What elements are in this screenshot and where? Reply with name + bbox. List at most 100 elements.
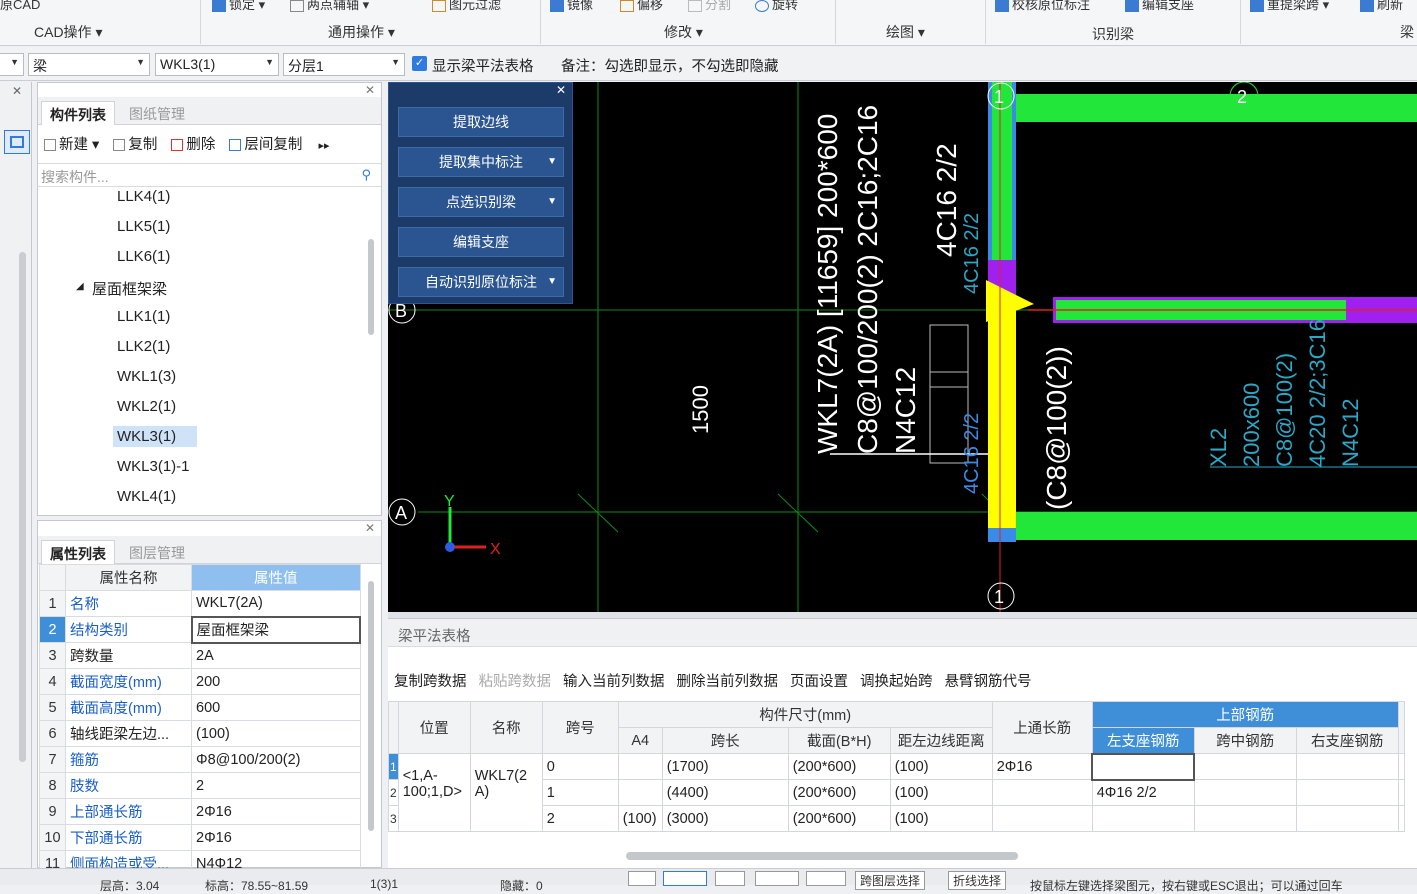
property-scrollbar[interactable] (368, 581, 374, 831)
category-dropdown[interactable]: 梁 ▼ (28, 53, 150, 76)
ribbon-item-offset[interactable]: 偏移 (620, 0, 663, 13)
cell-mid-span[interactable] (1193, 805, 1297, 832)
property-row[interactable]: 5 截面高度(mm) 600 (39, 694, 361, 721)
cell-a4[interactable] (617, 753, 663, 780)
cell-span-length[interactable]: (1700) (661, 753, 789, 780)
close-icon[interactable]: ✕ (12, 84, 22, 98)
table-toolbar-button[interactable]: 粘贴跨数据 (479, 674, 552, 690)
cell-top-continuous[interactable] (991, 779, 1093, 806)
float-menu-button[interactable]: 点选识别梁 ▼ (398, 187, 564, 217)
tree-item[interactable]: LLK5(1) (117, 218, 170, 235)
copy-button[interactable]: 复制 (113, 137, 157, 153)
cell-left-dist[interactable]: (100) (889, 779, 993, 806)
property-value[interactable]: 2Φ16 (191, 798, 361, 825)
snap-toggle[interactable] (628, 871, 656, 886)
ribbon-item-cad[interactable]: 原CAD (0, 0, 40, 13)
close-icon[interactable]: ✕ (365, 83, 375, 97)
search-box[interactable]: 搜索构件... ⚲ (38, 163, 381, 187)
group-cad[interactable]: CAD操作 ▾ (34, 22, 102, 42)
cell-top-continuous[interactable] (991, 805, 1093, 832)
ortho-toggle[interactable] (755, 871, 799, 886)
table-toolbar-button[interactable]: 页面设置 (790, 674, 848, 690)
search-icon[interactable]: ⚲ (361, 167, 371, 183)
ribbon-item-reextract-span[interactable]: 重提梁跨 ▾ (1250, 0, 1329, 13)
float-menu-button[interactable]: 自动识别原位标注 ▼ (398, 267, 564, 297)
property-row[interactable]: 4 截面宽度(mm) 200 (39, 668, 361, 695)
layer-dropdown[interactable]: 分层1 ▼ (283, 53, 405, 76)
tree-item[interactable]: WKL3(1)-1 (117, 458, 190, 475)
property-value[interactable]: 2A (191, 642, 361, 669)
tree-item[interactable]: WKL1(3) (117, 368, 176, 385)
member-dropdown[interactable]: WKL3(1) ▼ (155, 53, 279, 76)
show-table-checkbox[interactable]: ✓ (412, 56, 427, 71)
cell-span[interactable]: 1 (541, 779, 619, 806)
float-menu-button[interactable]: 编辑支座 (398, 227, 564, 257)
cell-span-length[interactable]: (3000) (661, 805, 789, 832)
tab-component-list[interactable]: 构件列表 (41, 101, 115, 125)
more-icon[interactable]: ▸▸ (318, 140, 329, 152)
property-row[interactable]: 2 结构类别 屋面框架梁 (39, 615, 361, 644)
close-icon[interactable]: ✕ (556, 83, 566, 97)
cell-left-support[interactable] (1091, 805, 1195, 832)
polyline-select-button[interactable]: 折线选择 (948, 871, 1007, 890)
close-icon[interactable]: ✕ (365, 521, 375, 535)
tree-item[interactable]: WKL3(1) (113, 426, 197, 447)
table-toolbar-button[interactable]: 悬臂钢筋代号 (945, 674, 1032, 690)
cell-name[interactable]: WKL7(2A) (469, 753, 543, 832)
floor-copy-button[interactable]: 层间复制 (229, 137, 302, 153)
tree-item[interactable]: LLK4(1) (117, 188, 170, 205)
group-draw[interactable]: 绘图 ▾ (886, 22, 925, 42)
ribbon-item-aux-axis[interactable]: 两点辅轴 ▾ (290, 0, 369, 13)
beam-column-yellow[interactable] (988, 296, 1016, 528)
property-row[interactable]: 3 跨数量 2A (39, 642, 361, 669)
cell-a4[interactable]: (100) (617, 805, 663, 832)
tab-property-list[interactable]: 属性列表 (41, 540, 115, 564)
property-row[interactable]: 6 轴线距梁左边... (100) (39, 720, 361, 747)
tab-layer-manage[interactable]: 图层管理 (121, 540, 193, 564)
cell-left-dist[interactable]: (100) (889, 805, 993, 832)
table-h-scrollbar[interactable] (626, 852, 1018, 860)
cell-position[interactable]: <1,A-100;1,D> (397, 753, 471, 832)
cell-mid-span[interactable] (1193, 753, 1297, 780)
property-value[interactable]: 2 (191, 772, 361, 799)
toolstrip-scrollbar[interactable] (19, 252, 26, 762)
cell-a4[interactable] (617, 779, 663, 806)
beam-top-green[interactable] (1013, 94, 1417, 122)
ribbon-item-lock[interactable]: 锁定 ▾ (212, 0, 265, 13)
ribbon-item-filter[interactable]: 图元过滤 (432, 0, 501, 13)
tree-item[interactable]: WKL4(1) (117, 488, 176, 505)
beam-bottom-green[interactable] (1013, 512, 1417, 540)
property-row[interactable]: 8 肢数 2 (39, 772, 361, 799)
table-toolbar-button[interactable]: 删除当前列数据 (677, 674, 779, 690)
tree-item[interactable]: WKL2(1) (117, 398, 176, 415)
select-mode-toggle[interactable] (663, 871, 707, 886)
tree-item[interactable]: 屋面框架梁 (92, 278, 167, 299)
cell-span[interactable]: 2 (541, 805, 619, 832)
cell-left-support[interactable] (1091, 752, 1196, 781)
group-general[interactable]: 通用操作 ▾ (328, 22, 395, 42)
cell-right-support[interactable] (1295, 753, 1399, 780)
tab-drawing-manage[interactable]: 图纸管理 (121, 101, 193, 125)
property-value[interactable]: 200 (191, 668, 361, 695)
cell-left-support[interactable]: 4Φ16 2/2 (1091, 779, 1195, 806)
table-toolbar-button[interactable]: 输入当前列数据 (563, 674, 665, 690)
property-value[interactable]: 2Φ16 (191, 824, 361, 851)
table-toolbar-button[interactable]: 复制跨数据 (394, 674, 467, 690)
cell-section[interactable]: (200*600) (787, 753, 891, 780)
cross-toggle[interactable] (715, 871, 745, 886)
plus-toggle[interactable] (806, 871, 846, 886)
ribbon-item-mirror[interactable]: 镜像 (550, 0, 593, 13)
tree-scrollbar[interactable] (368, 239, 374, 335)
floor-dropdown[interactable]: ▼ (0, 53, 24, 76)
expand-arrow-icon[interactable]: ◢ (76, 281, 84, 292)
float-menu-button[interactable]: 提取集中标注 ▼ (398, 147, 564, 177)
float-menu-button[interactable]: 提取边线 (398, 107, 564, 137)
cell-section[interactable]: (200*600) (787, 779, 891, 806)
cell-mid-span[interactable] (1193, 779, 1297, 806)
property-value[interactable]: 屋面框架梁 (190, 615, 361, 644)
tree-item[interactable]: LLK1(1) (117, 308, 170, 325)
ribbon-item-edit-support[interactable]: 编辑支座 (1125, 0, 1194, 13)
cell-right-support[interactable] (1295, 779, 1399, 806)
property-value[interactable]: WKL7(2A) (191, 590, 361, 617)
property-value[interactable]: Φ8@100/200(2) (191, 746, 361, 773)
